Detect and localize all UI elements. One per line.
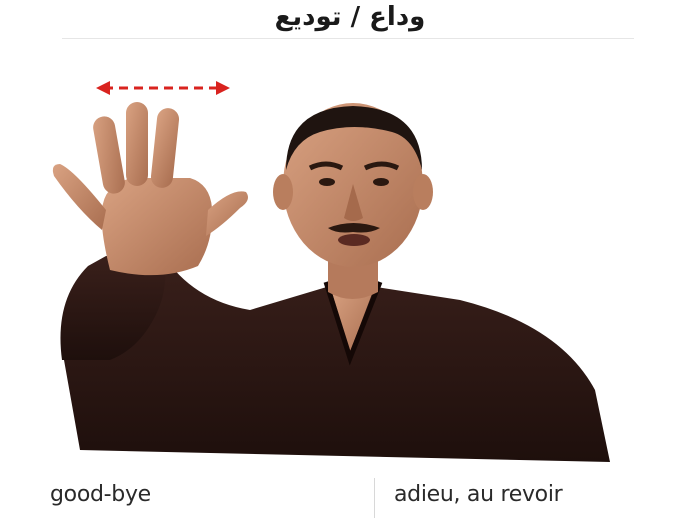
caption-english: good-bye: [50, 482, 151, 507]
signer-head: [273, 103, 433, 267]
sign-photo: [52, 81, 610, 462]
open-hand: [52, 102, 248, 276]
motion-arrow-icon: [96, 81, 230, 95]
caption-row: good-bye adieu, au revoir: [0, 472, 700, 520]
page-title: وداع / توديع: [274, 2, 426, 32]
caption-french: adieu, au revoir: [394, 482, 563, 507]
caption-divider: [374, 478, 375, 518]
title-divider: [62, 38, 634, 39]
